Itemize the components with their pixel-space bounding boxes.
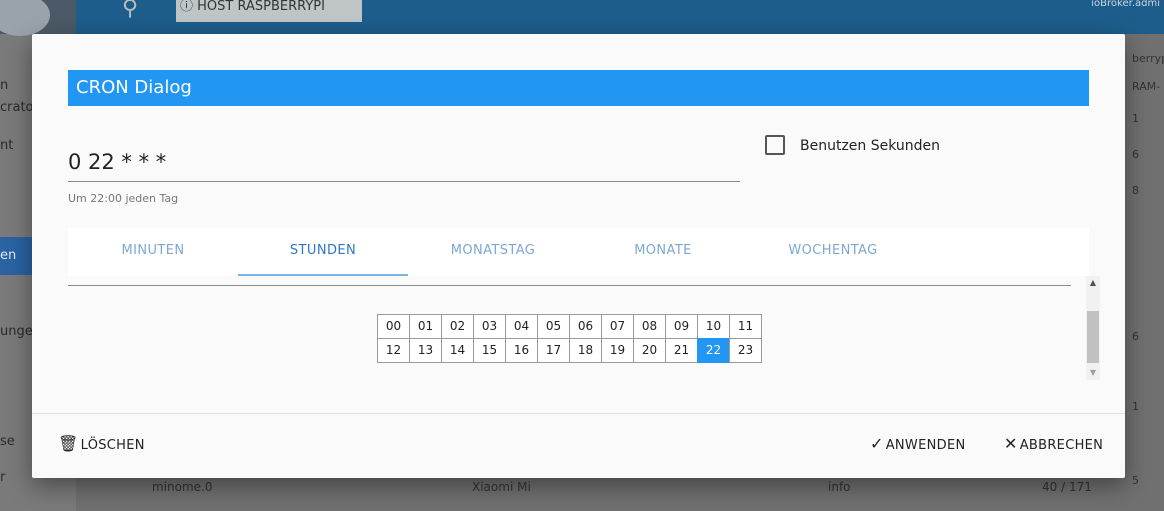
host-button: ⓘ HOST RASPBERRYPI [176, 0, 362, 22]
tab-content: ▲ ▼ 00 01 02 03 04 05 06 07 08 09 10 11 12 13 14 15 16 17… [68, 276, 1105, 380]
apply-button-label: ANWENDEN [885, 438, 966, 453]
sidebar-header [0, 0, 76, 36]
hour-cell-19[interactable]: 19 [601, 338, 634, 363]
hour-cell-01[interactable]: 01 [409, 314, 442, 339]
sidebar-fragment: unge [0, 324, 33, 339]
table-cell-fragment: 5 [1132, 474, 1139, 487]
cancel-button[interactable]: ✕ ABBRECHEN [1004, 434, 1103, 453]
cron-tabs: MINUTEN STUNDEN MONATSTAG MONATE WOCHENT… [68, 228, 1089, 276]
hour-cell-05[interactable]: 05 [537, 314, 570, 339]
table-cell-fragment: 40 / 171 [1042, 480, 1092, 494]
hours-grid: 00 01 02 03 04 05 06 07 08 09 10 11 12 13 14 15 16 17 18 19… [377, 314, 762, 363]
table-header-fragment: berrypi [1132, 52, 1164, 65]
hour-cell-08[interactable]: 08 [633, 314, 666, 339]
sidebar-fragment: se [0, 434, 15, 449]
table-cell-fragment: 1 [1132, 400, 1139, 413]
hour-cell-21[interactable]: 21 [665, 338, 698, 363]
hour-cell-00[interactable]: 00 [377, 314, 410, 339]
hour-cell-15[interactable]: 15 [473, 338, 506, 363]
search-icon: ⚲ [122, 0, 139, 21]
delete-button-label: LÖSCHEN [80, 438, 145, 453]
scroll-up-icon[interactable]: ▲ [1086, 276, 1100, 290]
table-cell-fragment: minome.0 [152, 480, 213, 494]
trash-icon: 🗑 [58, 434, 79, 453]
app-header [0, 0, 1164, 34]
hour-cell-18[interactable]: 18 [569, 338, 602, 363]
sidebar-fragment: r [0, 470, 6, 485]
tab-wochentag[interactable]: WOCHENTAG [748, 228, 918, 274]
hour-cell-09[interactable]: 09 [665, 314, 698, 339]
table-cell-fragment: 8 [1132, 184, 1139, 197]
tab-minuten[interactable]: MINUTEN [68, 228, 238, 274]
hour-cell-10[interactable]: 10 [697, 314, 730, 339]
use-seconds-label[interactable]: Benutzen Sekunden [800, 138, 940, 154]
tab-stunden[interactable]: STUNDEN [238, 228, 408, 274]
close-icon: ✕ [1004, 434, 1018, 453]
check-icon: ✓ [870, 434, 884, 453]
info-icon: ⓘ [180, 0, 194, 14]
hour-cell-11[interactable]: 11 [729, 314, 762, 339]
divider [68, 285, 1071, 286]
table-cell-fragment: Xiaomi Mi [472, 480, 531, 494]
apply-button[interactable]: ✓ ANWENDEN [870, 434, 965, 453]
hour-cell-04[interactable]: 04 [505, 314, 538, 339]
dialog-title: CRON Dialog [68, 70, 1089, 106]
table-cell-fragment: 1 [1132, 112, 1139, 125]
user-label: ioBroker.admi [1091, 0, 1160, 9]
hour-cell-03[interactable]: 03 [473, 314, 506, 339]
table-header-fragment: RAM- [1132, 80, 1161, 93]
avatar [0, 0, 50, 36]
hour-cell-14[interactable]: 14 [441, 338, 474, 363]
use-seconds-checkbox[interactable] [765, 135, 785, 155]
footer-divider [32, 413, 1125, 414]
cron-dialog: CRON Dialog Um 22:00 jeden Tag Benutzen … [32, 34, 1125, 478]
hour-cell-23[interactable]: 23 [729, 338, 762, 363]
cancel-button-label: ABBRECHEN [1019, 438, 1104, 453]
hour-cell-20[interactable]: 20 [633, 338, 666, 363]
hour-cell-22[interactable]: 22 [697, 338, 730, 363]
delete-button[interactable]: 🗑 LÖSCHEN [58, 434, 145, 453]
tab-monate[interactable]: MONATE [578, 228, 748, 274]
sidebar-fragment: nt [0, 138, 14, 153]
sidebar-fragment: en [0, 248, 17, 263]
cron-description: Um 22:00 jeden Tag [68, 192, 179, 205]
sidebar-fragment: n [0, 78, 9, 93]
hour-cell-17[interactable]: 17 [537, 338, 570, 363]
hour-cell-13[interactable]: 13 [409, 338, 442, 363]
table-cell-fragment: 6 [1132, 330, 1139, 343]
scroll-down-icon[interactable]: ▼ [1086, 366, 1100, 380]
scrollbar-thumb[interactable] [1087, 311, 1099, 363]
hour-cell-02[interactable]: 02 [441, 314, 474, 339]
table-cell-fragment: info [828, 480, 851, 494]
hour-cell-06[interactable]: 06 [569, 314, 602, 339]
tab-monatstag[interactable]: MONATSTAG [408, 228, 578, 274]
hour-cell-16[interactable]: 16 [505, 338, 538, 363]
hour-cell-07[interactable]: 07 [601, 314, 634, 339]
hour-cell-12[interactable]: 12 [377, 338, 410, 363]
cron-expression-input[interactable] [68, 142, 740, 182]
table-cell-fragment: 6 [1132, 148, 1139, 161]
host-button-label: HOST RASPBERRYPI [197, 0, 325, 14]
